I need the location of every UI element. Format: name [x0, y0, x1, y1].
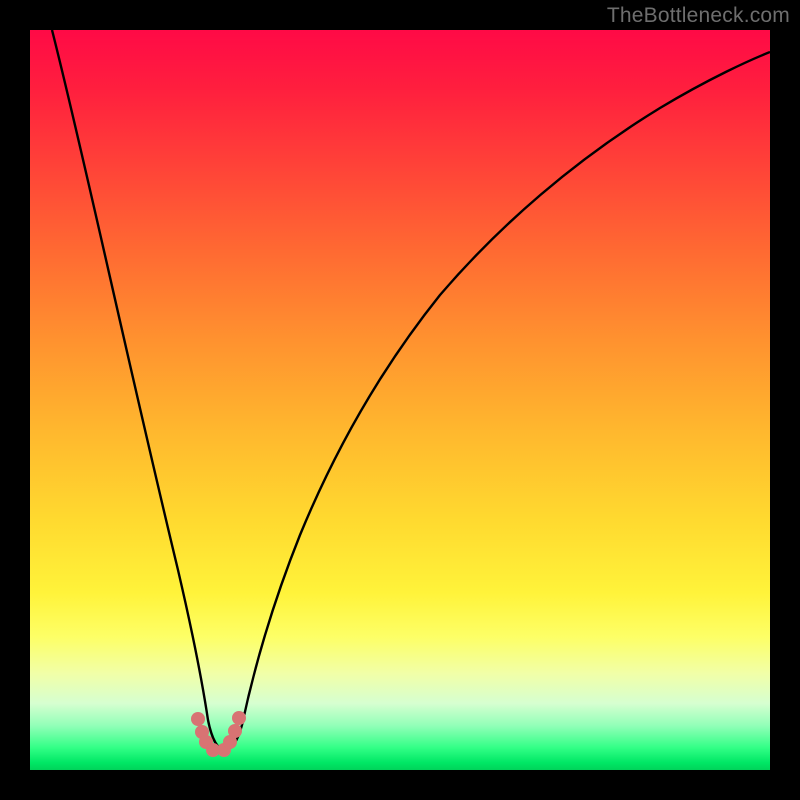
valley-marker-group [191, 711, 246, 757]
chart-frame: TheBottleneck.com [0, 0, 800, 800]
bottleneck-curve [52, 30, 770, 750]
valley-marker [228, 724, 242, 738]
watermark-text: TheBottleneck.com [607, 4, 790, 28]
curve-layer [30, 30, 770, 770]
valley-marker [232, 711, 246, 725]
valley-marker [191, 712, 205, 726]
plot-area [30, 30, 770, 770]
